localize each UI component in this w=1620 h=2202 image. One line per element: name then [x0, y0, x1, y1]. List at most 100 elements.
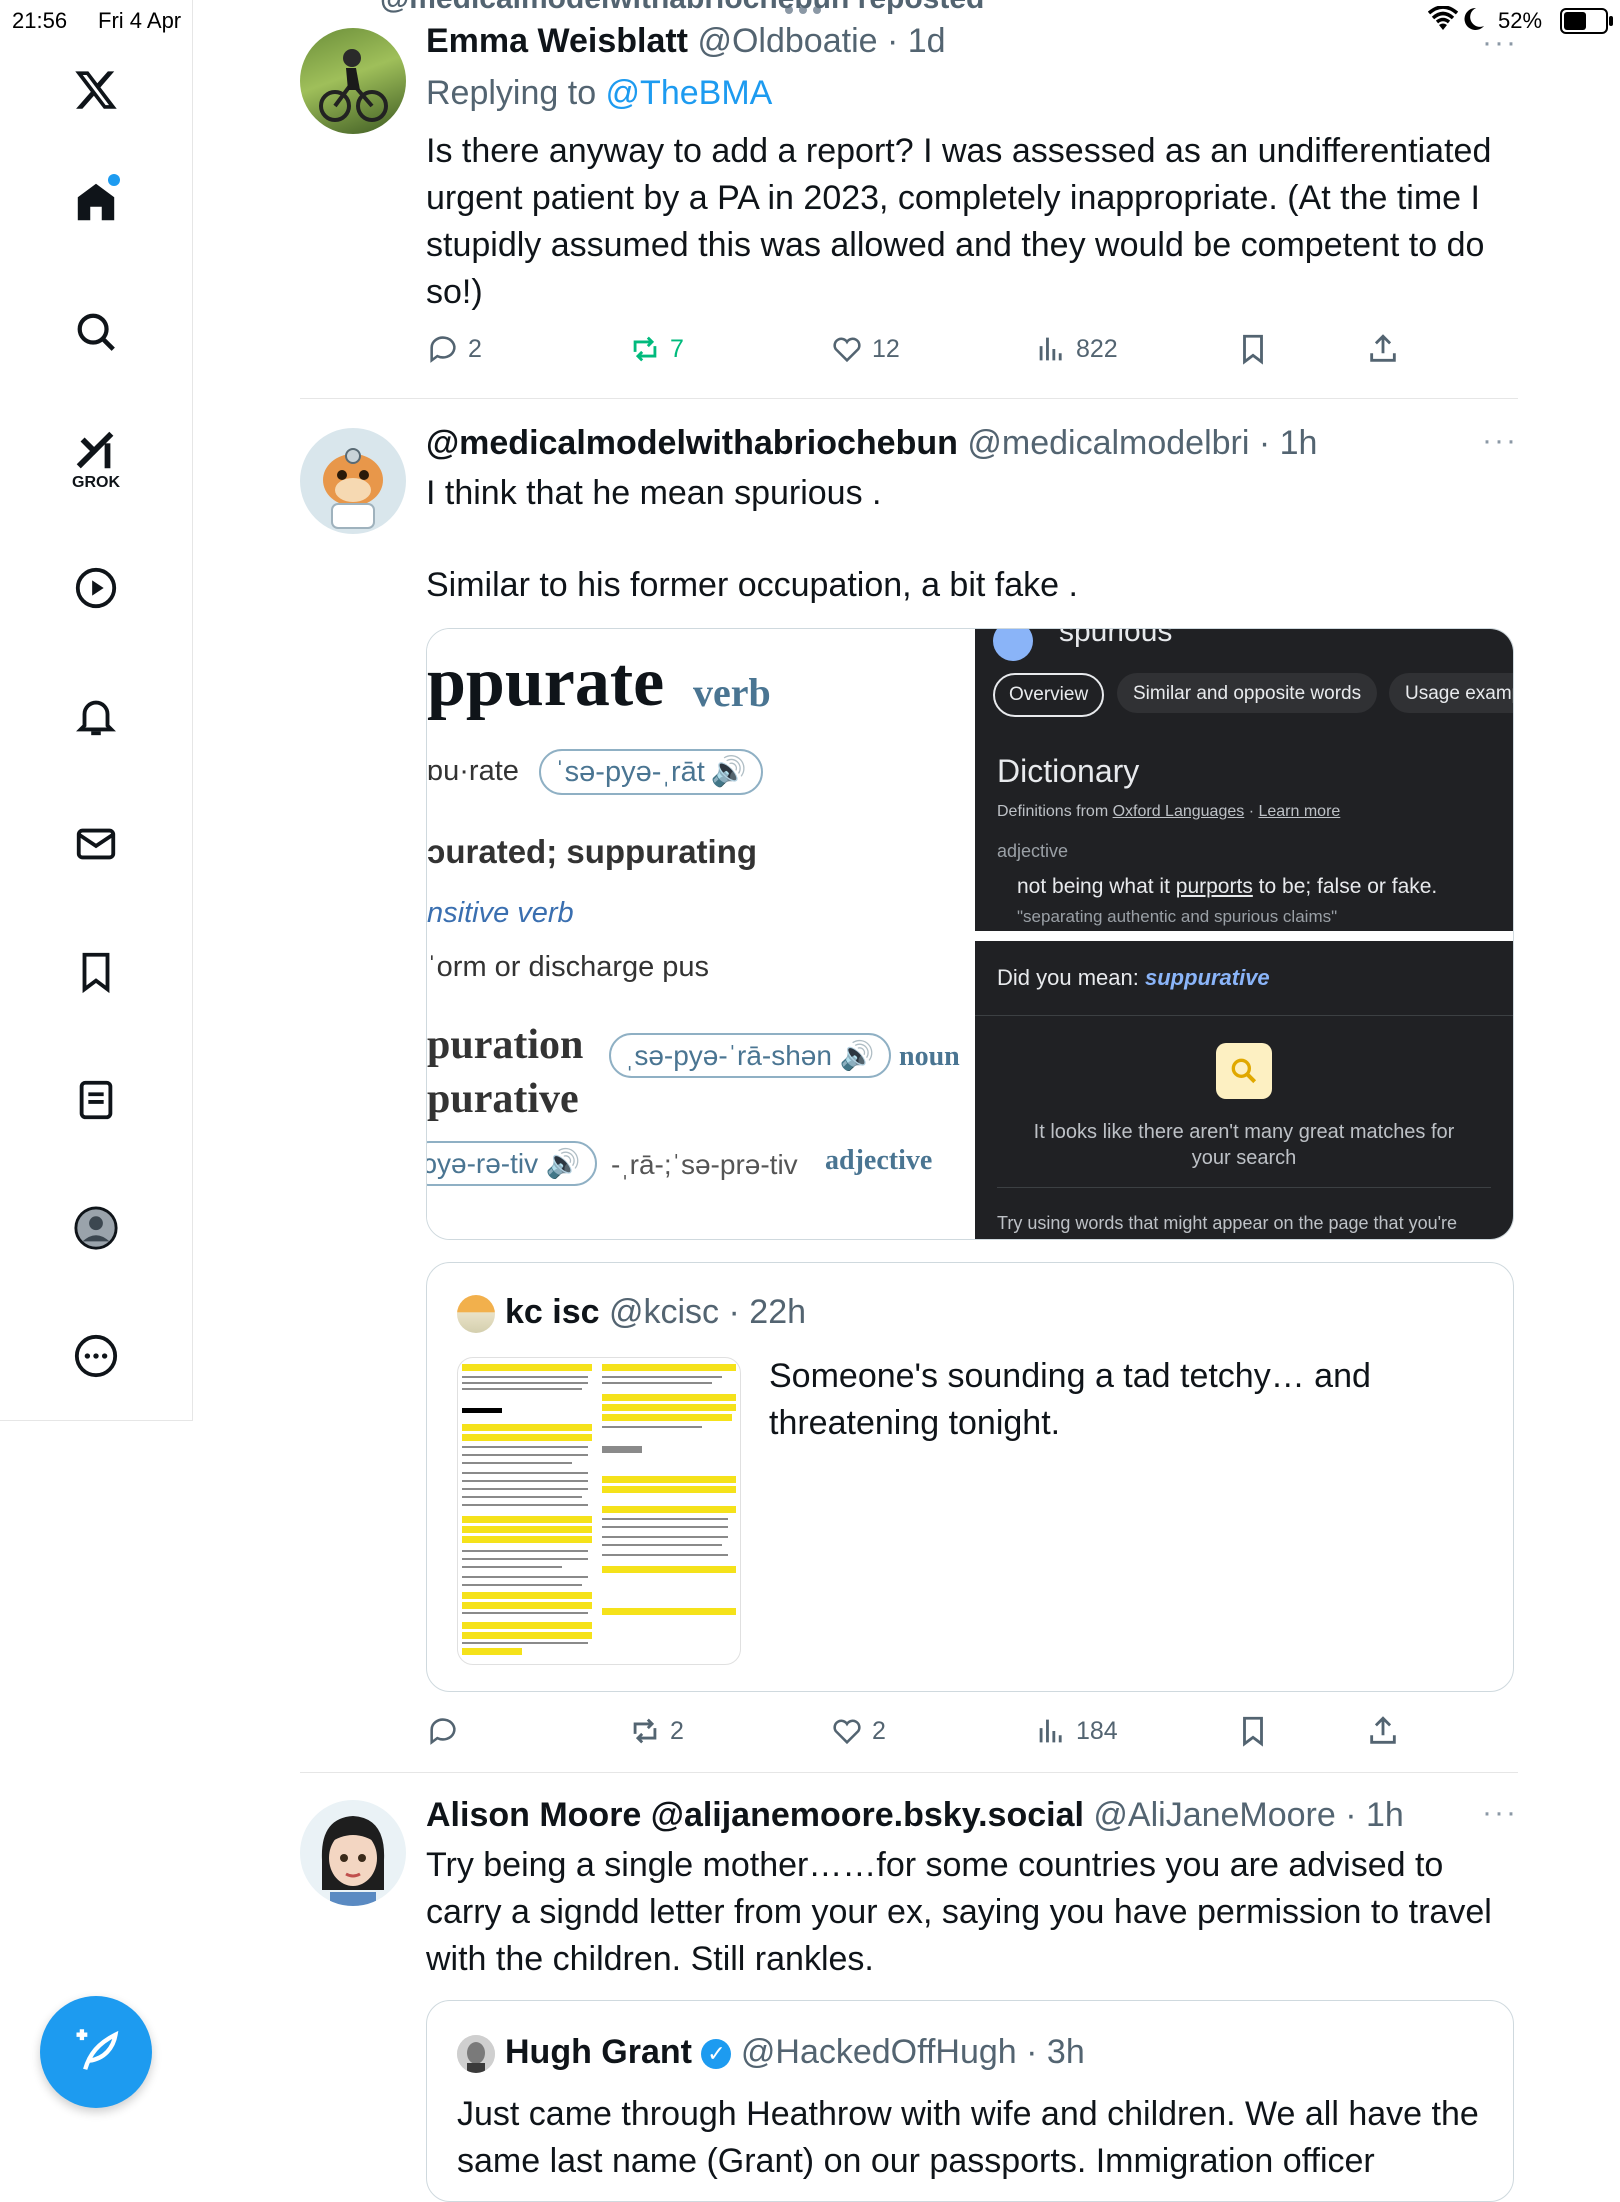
- home-icon[interactable]: [66, 172, 126, 232]
- replying-to-line: Replying to @TheBMA: [426, 74, 772, 113]
- dictionary-title: Dictionary: [997, 753, 1140, 789]
- avatar[interactable]: [457, 1295, 495, 1333]
- tab-usage-examples[interactable]: Usage examp: [1389, 673, 1513, 713]
- post-time[interactable]: · 1h: [1259, 424, 1318, 462]
- repost-button[interactable]: 7: [628, 332, 684, 366]
- avatar[interactable]: [300, 428, 406, 534]
- notifications-bell-icon[interactable]: [66, 686, 126, 746]
- derivative-2-pronunciation[interactable]: ɔyə-rə-tiv 🔊: [427, 1141, 597, 1186]
- lists-icon[interactable]: [66, 1070, 126, 1130]
- author-handle[interactable]: @medicalmodelbri: [967, 424, 1249, 462]
- more-dots-icon[interactable]: ···: [1482, 1796, 1518, 1830]
- grok-button[interactable]: GROK: [66, 420, 126, 500]
- video-icon[interactable]: [66, 558, 126, 618]
- tab-overview[interactable]: Overview: [993, 673, 1105, 717]
- views-count: 184: [1076, 1716, 1118, 1745]
- replying-to-link[interactable]: @TheBMA: [606, 74, 773, 112]
- reply-icon: [430, 336, 456, 363]
- author-name[interactable]: Hugh Grant: [505, 2033, 692, 2071]
- search-magnifier-icon: [1216, 1043, 1272, 1099]
- post-time[interactable]: · 22h: [729, 1293, 807, 1331]
- more-dots-icon[interactable]: ···: [1482, 26, 1518, 60]
- grok-label: GROK: [72, 474, 120, 491]
- dict-headword: ppurate: [427, 644, 665, 721]
- pronunciation-button[interactable]: ˈsə-pyə-ˌrāt 🔊: [539, 749, 763, 795]
- author-handle[interactable]: @kcisc: [609, 1293, 719, 1331]
- heart-icon: [833, 1719, 861, 1745]
- repost-button[interactable]: 2: [628, 1714, 684, 1748]
- derivative-1-pronunciation[interactable]: ˌsə-pyə-ˈrā-shən 🔊: [609, 1033, 891, 1078]
- profile-avatar-icon[interactable]: [66, 1198, 126, 1258]
- like-button[interactable]: 12: [830, 332, 900, 366]
- author-name[interactable]: @medicalmodelwithabriochebun: [426, 424, 958, 462]
- audio-icon: [993, 629, 1033, 661]
- grok-icon: [76, 431, 114, 469]
- share-button[interactable]: [1366, 1714, 1400, 1748]
- definition-example: "separating authentic and spurious claim…: [1017, 907, 1338, 926]
- more-dots-icon[interactable]: ···: [1482, 424, 1518, 458]
- author-name[interactable]: kc isc: [505, 1293, 600, 1331]
- compose-post-button[interactable]: [40, 1996, 152, 2108]
- views-button[interactable]: 822: [1034, 332, 1118, 366]
- cartoon-woman-avatar-icon: [321, 1816, 385, 1906]
- views-button[interactable]: 184: [1034, 1714, 1118, 1748]
- share-upload-icon: [1370, 334, 1396, 362]
- reply-button[interactable]: [426, 1714, 460, 1748]
- author-handle[interactable]: @Oldboatie: [697, 22, 877, 60]
- did-you-mean-label: Did you mean:: [997, 965, 1145, 990]
- definition-suffix: to be; false or fake.: [1252, 875, 1438, 898]
- messages-envelope-icon[interactable]: [66, 814, 126, 874]
- did-you-mean-link[interactable]: suppurative: [1145, 965, 1270, 990]
- derivative-2-alt: -ˌrā-;ˈsə-prə-tiv: [611, 1149, 798, 1180]
- definitions-source-line: Definitions from Oxford Languages · Lear…: [997, 803, 1341, 820]
- bookmarks-icon[interactable]: [66, 942, 126, 1002]
- post-text-line1: I think that he mean spurious .: [426, 474, 882, 512]
- dict-verb-type: nsitive verb: [427, 897, 574, 929]
- share-upload-icon: [1370, 1716, 1396, 1744]
- media-image-dictionary[interactable]: ppurate verb ɒu·rate ˈsə-pyə-ˌrāt 🔊 ɔurat…: [427, 629, 975, 1239]
- divider: [300, 398, 1518, 399]
- author-handle[interactable]: @AliJaneMoore: [1093, 1796, 1335, 1834]
- cartoon-doctor-hamster-icon: [323, 448, 383, 529]
- author-handle[interactable]: @HackedOffHugh: [741, 2033, 1017, 2071]
- post-media[interactable]: ppurate verb ɒu·rate ˈsə-pyə-ˌrāt 🔊 ɔurat…: [426, 628, 1514, 1240]
- author-name[interactable]: Alison Moore @alijanemoore.bsky.social: [426, 1796, 1084, 1834]
- definition-prefix: not being what it: [1017, 875, 1176, 898]
- avatar[interactable]: [457, 2035, 495, 2073]
- share-button[interactable]: [1366, 332, 1400, 366]
- post-time[interactable]: · 1d: [887, 22, 946, 60]
- author-name[interactable]: Emma Weisblatt: [426, 22, 688, 60]
- repost-count: 2: [670, 1716, 684, 1745]
- post-text-line2: Similar to his former occupation, a bit …: [426, 566, 1078, 604]
- purports-link[interactable]: purports: [1176, 875, 1253, 898]
- post-time[interactable]: · 1h: [1345, 1796, 1404, 1834]
- reply-button[interactable]: 2: [426, 332, 482, 366]
- tab-similar-words[interactable]: Similar and opposite words: [1117, 673, 1378, 713]
- try-text: Try using words that might appear on the…: [997, 1213, 1458, 1233]
- search-icon[interactable]: [66, 302, 126, 362]
- learn-more-link[interactable]: Learn more: [1258, 803, 1340, 820]
- quoted-post[interactable]: Hugh Grant ✓ @HackedOffHugh · 3h Just ca…: [426, 2000, 1514, 2202]
- sidebar: GROK: [0, 0, 193, 1421]
- like-button[interactable]: 2: [830, 1714, 886, 1748]
- definition-pos: adjective: [997, 841, 1069, 861]
- bookmark-button[interactable]: [1236, 1714, 1270, 1748]
- bookmark-button[interactable]: [1236, 332, 1270, 366]
- document-screenshot-thumbnail: [462, 1364, 736, 1655]
- repost-icon: [633, 336, 657, 362]
- post-text: Is there anyway to add a report? I was a…: [426, 132, 1492, 311]
- derivative-2-pron-text: ɔyə-rə-tiv: [427, 1148, 539, 1179]
- quoted-post[interactable]: kc isc @kcisc · 22h Someone's sounding a…: [426, 1262, 1514, 1692]
- avatar[interactable]: [300, 1800, 406, 1906]
- media-image-google-search[interactable]: spurious Overview Similar and opposite w…: [975, 629, 1513, 1239]
- post-time[interactable]: · 3h: [1026, 2033, 1085, 2071]
- avatar[interactable]: [300, 28, 406, 134]
- quote-image-thumbnail[interactable]: [457, 1357, 741, 1665]
- views-chart-icon: [1039, 337, 1062, 361]
- divider: [997, 1187, 1491, 1188]
- more-options-icon[interactable]: [66, 1326, 126, 1386]
- definition-text: not being what it purports to be; false …: [1017, 875, 1437, 899]
- source-link[interactable]: Oxford Languages: [1113, 803, 1245, 820]
- x-logo-icon[interactable]: [66, 60, 126, 120]
- dict-pos: verb: [693, 670, 771, 715]
